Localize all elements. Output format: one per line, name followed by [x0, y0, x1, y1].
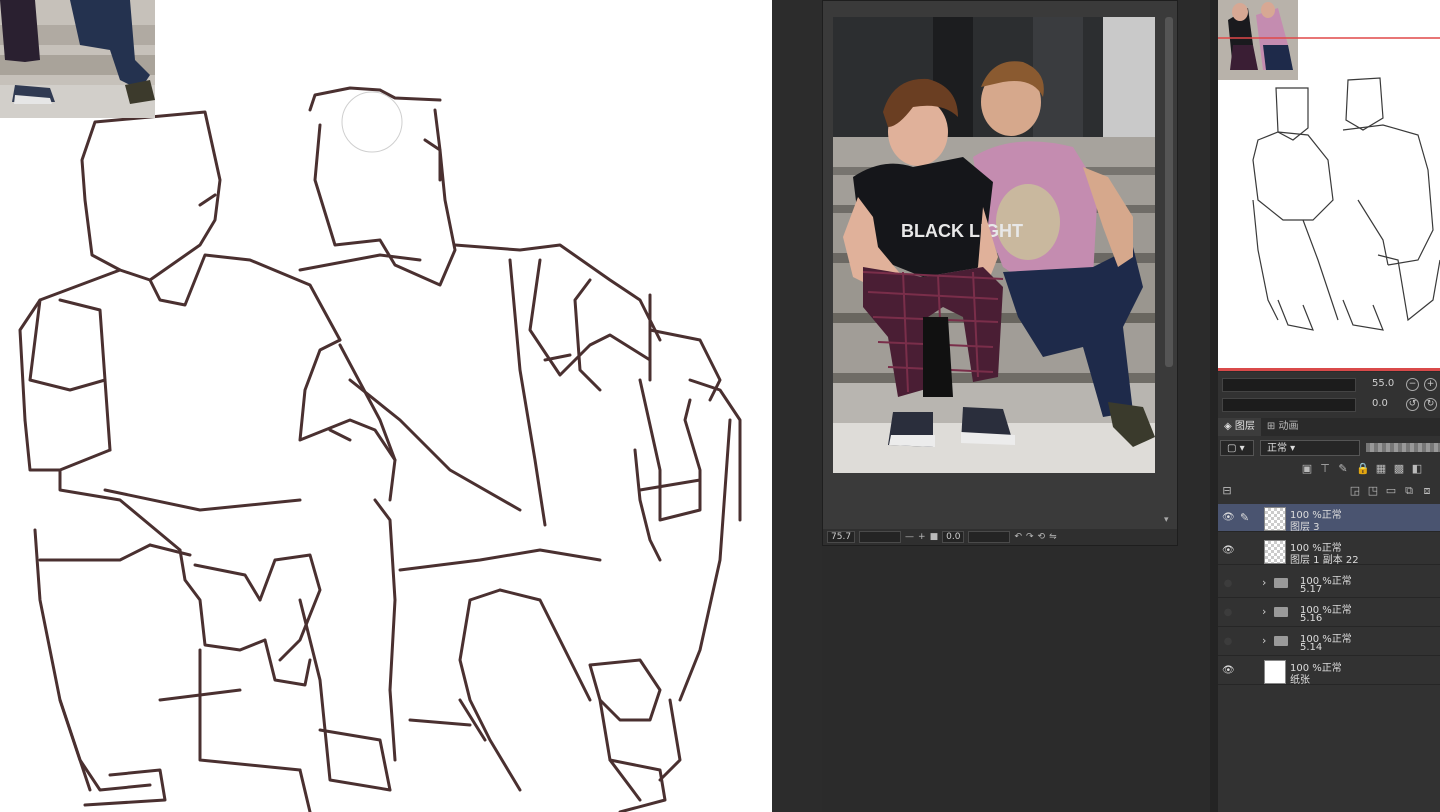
brush-size-slider[interactable] — [1222, 378, 1356, 392]
angle-reset-icon[interactable]: ↺ — [1406, 398, 1419, 411]
folder-icon — [1274, 607, 1288, 617]
clip-icon[interactable]: ▣ — [1300, 462, 1314, 476]
canvas-gutter — [772, 0, 822, 812]
brush-size-panel: 55.0 − + 0.0 ↺ ↻ — [1218, 372, 1440, 418]
layer-name[interactable]: 图层 1 副本 22 — [1290, 551, 1359, 566]
layer-thumbnail — [1264, 540, 1286, 564]
navigator-frame — [1218, 368, 1440, 371]
folder-icon — [1274, 636, 1288, 646]
tab-animation-label: 动画 — [1278, 421, 1299, 432]
layers-icon: ◈ — [1224, 421, 1232, 432]
lock-icon[interactable]: 🔒 — [1356, 462, 1370, 476]
rotation-field[interactable]: 0.0 — [942, 531, 965, 543]
layer-name[interactable]: 纸张 — [1290, 671, 1310, 686]
folder-icon — [1274, 578, 1288, 588]
visibility-eye-icon[interactable]: ● — [1222, 607, 1234, 618]
tab-layers-label: 图层 — [1234, 421, 1255, 432]
tab-animation[interactable]: ⊞ 动画 — [1261, 418, 1305, 436]
rotate-left-icon[interactable]: ↶ — [1014, 532, 1022, 542]
visibility-eye-icon[interactable]: 👁 — [1222, 545, 1235, 556]
sub-view-window[interactable]: BLACK LIGHT ▾ 75.7 — + ■ 0.0 ↶ ↷ ⟲ ⇋ — [822, 0, 1178, 546]
split-view-icon[interactable]: ⊟ — [1220, 484, 1234, 498]
reset-rotation-icon[interactable]: ⟲ — [1038, 532, 1046, 542]
layer-color-dropdown[interactable]: ▢ ▾ — [1220, 440, 1254, 456]
size-increase-icon[interactable]: + — [1424, 378, 1437, 391]
flip-icon[interactable]: ⇋ — [1049, 532, 1057, 542]
reference-photo[interactable]: BLACK LIGHT — [833, 17, 1155, 473]
zoom-slider[interactable] — [859, 531, 902, 543]
fit-icon[interactable]: ■ — [930, 532, 939, 542]
layer-row[interactable]: 👁 100 %正常 纸张 — [1218, 657, 1440, 686]
animation-icon: ⊞ — [1266, 421, 1276, 432]
sketch-strokes — [18, 86, 742, 812]
blend-mode-value: 正常 — [1267, 443, 1287, 454]
lock-transparency-icon[interactable]: ▦ — [1374, 462, 1388, 476]
drawing-canvas[interactable] — [0, 0, 772, 812]
layer-row[interactable]: 👁 100 %正常 图层 1 副本 22 — [1218, 537, 1440, 566]
reference-thumbnail — [0, 0, 155, 118]
paper-thumbnail — [1264, 660, 1286, 684]
transfer-down-icon[interactable]: ⧉ — [1402, 484, 1416, 498]
folder-row[interactable]: ● › 100 %正常 5.16 — [1218, 599, 1440, 627]
brush-angle-value[interactable]: 0.0 — [1372, 398, 1388, 409]
chevron-right-icon[interactable]: › — [1262, 605, 1266, 618]
angle-rotate-icon[interactable]: ↻ — [1424, 398, 1437, 411]
zoom-field[interactable]: 75.7 — [827, 531, 856, 543]
combine-layer-icon[interactable]: ⧈ — [1420, 484, 1434, 498]
shirt-print: BLACK LIGHT — [901, 221, 1023, 241]
navigator-preview[interactable] — [1218, 0, 1440, 370]
panel-divider[interactable] — [1210, 0, 1218, 812]
folder-row[interactable]: ● › 100 %正常 5.17 — [1218, 570, 1440, 598]
sub-view-scrollbar[interactable] — [1165, 17, 1173, 367]
new-raster-layer-icon[interactable]: ◲ — [1348, 484, 1362, 498]
rotation-slider[interactable] — [968, 531, 1011, 543]
tab-layers[interactable]: ◈ 图层 — [1218, 418, 1261, 436]
zoom-in-button[interactable]: + — [918, 532, 926, 542]
visibility-eye-icon[interactable]: 👁 — [1222, 512, 1235, 523]
layer-name[interactable]: 图层 3 — [1290, 518, 1320, 533]
layer-property-icon[interactable]: ◧ — [1410, 462, 1424, 476]
layer-tools-row-2: ⊟ ◲ ◳ ▭ ⧉ ⧈ — [1218, 484, 1440, 500]
folder-name[interactable]: 5.16 — [1300, 613, 1322, 624]
chevron-right-icon[interactable]: › — [1262, 576, 1266, 589]
reference-layer-icon[interactable]: ⊤ — [1318, 462, 1332, 476]
visibility-eye-icon[interactable]: ● — [1222, 578, 1234, 589]
draft-layer-icon[interactable]: ✎ — [1336, 462, 1350, 476]
layer-tools-row-1: ▣ ⊤ ✎ 🔒 ▦ ▩ ◧ — [1218, 462, 1440, 478]
layer-row[interactable]: 👁 ✎ 100 %正常 图层 3 — [1218, 504, 1440, 533]
new-folder-icon[interactable]: ▭ — [1384, 484, 1398, 498]
folder-name[interactable]: 5.17 — [1300, 584, 1322, 595]
folder-name[interactable]: 5.14 — [1300, 642, 1322, 653]
brush-angle-slider[interactable] — [1222, 398, 1356, 412]
chevron-right-icon[interactable]: › — [1262, 634, 1266, 647]
layer-panel-tabs: ◈ 图层 ⊞ 动画 — [1218, 418, 1440, 436]
sub-view-toolbar: 75.7 — + ■ 0.0 ↶ ↷ ⟲ ⇋ — [823, 529, 1177, 545]
folder-row[interactable]: ● › 100 %正常 5.14 — [1218, 628, 1440, 656]
empty-workspace — [822, 546, 1210, 812]
zoom-out-button[interactable]: — — [905, 532, 914, 542]
rotate-right-icon[interactable]: ↷ — [1026, 532, 1034, 542]
size-decrease-icon[interactable]: − — [1406, 378, 1419, 391]
layer-panel: ◈ 图层 ⊞ 动画 ▢ ▾ 正常 ▾ ▣ ⊤ ✎ 🔒 ▦ ▩ ◧ ⊟ ◲ ◳ ▭… — [1218, 418, 1440, 812]
visibility-eye-icon[interactable]: 👁 — [1222, 665, 1235, 676]
layer-opacity-slider[interactable] — [1366, 443, 1440, 452]
new-vector-layer-icon[interactable]: ◳ — [1366, 484, 1380, 498]
mask-icon[interactable]: ▩ — [1392, 462, 1406, 476]
edit-pen-icon: ✎ — [1240, 511, 1250, 524]
blend-mode-row: ▢ ▾ 正常 ▾ — [1218, 440, 1440, 458]
scroll-down-icon[interactable]: ▾ — [1164, 515, 1169, 525]
blend-mode-dropdown[interactable]: 正常 ▾ — [1260, 440, 1360, 456]
brush-size-value[interactable]: 55.0 — [1372, 378, 1394, 389]
visibility-eye-icon[interactable]: ● — [1222, 636, 1234, 647]
layer-thumbnail — [1264, 507, 1286, 531]
